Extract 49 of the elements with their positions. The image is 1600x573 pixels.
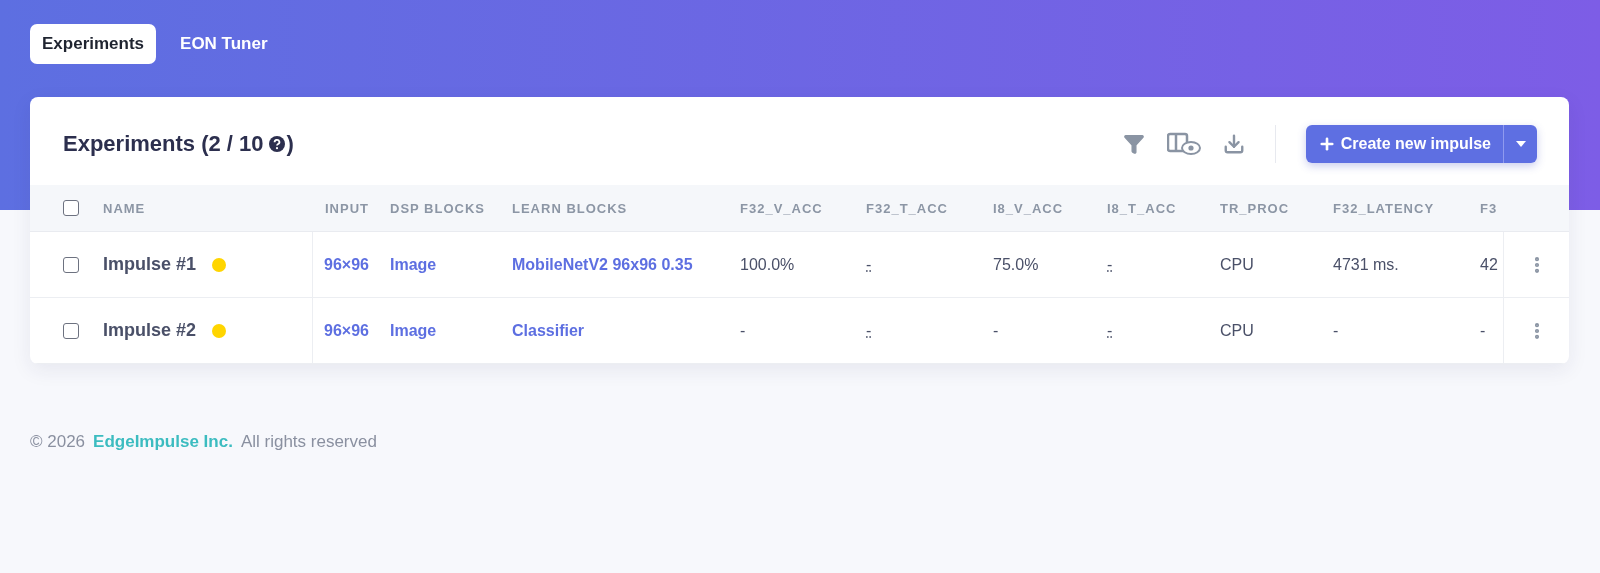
column-header: NAME	[95, 185, 313, 232]
card-title-end: )	[286, 131, 294, 157]
table-cell: -	[1107, 255, 1113, 274]
table-cell: CPU	[1220, 255, 1254, 274]
column-header: TR_PROC	[1220, 185, 1333, 232]
tab[interactable]: Experiments	[30, 24, 157, 64]
columns-eye-icon[interactable]	[1166, 132, 1201, 156]
column-header: F32_LATENCY	[1333, 185, 1480, 232]
card-title: Experiments (2 / 10	[63, 131, 264, 157]
tab[interactable]: EON Tuner	[168, 24, 280, 64]
block-link[interactable]: Classifier	[512, 321, 585, 340]
table-cell: -	[740, 321, 746, 340]
block-link[interactable]: MobileNetV2 96x96 0.35	[512, 255, 693, 274]
column-header: I8_T_ACC	[1107, 185, 1220, 232]
column-header: F3	[1480, 185, 1503, 232]
table-cell: 75.0%	[993, 255, 1039, 274]
create-impulse-button[interactable]: Create new impulse	[1305, 125, 1503, 163]
column-header: I8_V_ACC	[993, 185, 1107, 232]
block-link[interactable]: Image	[390, 321, 437, 340]
table-cell: 4731 ms.	[1333, 255, 1399, 274]
table-cell: -	[1480, 321, 1486, 340]
caret-icon	[1515, 141, 1526, 147]
column-header: DSP BLOCKS	[390, 185, 512, 232]
column-header: F32_V_ACC	[740, 185, 866, 232]
checkbox[interactable]	[63, 200, 79, 216]
help-icon[interactable]	[268, 136, 285, 152]
impulse-name: Impulse #1	[103, 254, 197, 275]
block-link[interactable]: 96×96	[324, 321, 369, 340]
impulse-name: Impulse #2	[103, 320, 197, 341]
dropdown-caret-button[interactable]	[1503, 125, 1537, 163]
column-header: INPUT	[313, 185, 390, 232]
filter-icon[interactable]	[1122, 133, 1145, 155]
download-icon[interactable]	[1222, 133, 1245, 155]
block-link[interactable]: Image	[390, 255, 437, 274]
column-header: LEARN BLOCKS	[512, 185, 740, 232]
column-header: F32_T_ACC	[866, 185, 993, 232]
table-cell: 100.0%	[740, 255, 795, 274]
copyright-text: © 2026	[30, 432, 86, 452]
table-cell: 42	[1480, 255, 1498, 274]
table-cell: -	[866, 255, 872, 274]
table-cell: CPU	[1220, 321, 1254, 340]
table-cell: -	[1107, 321, 1113, 340]
table-cell: -	[866, 321, 872, 340]
checkbox[interactable]	[63, 256, 79, 273]
table-cell: -	[1333, 321, 1339, 340]
rights-text: All rights reserved	[240, 432, 377, 452]
table-cell: -	[993, 321, 999, 340]
block-link[interactable]: 96×96	[324, 255, 369, 274]
checkbox[interactable]	[63, 322, 79, 339]
